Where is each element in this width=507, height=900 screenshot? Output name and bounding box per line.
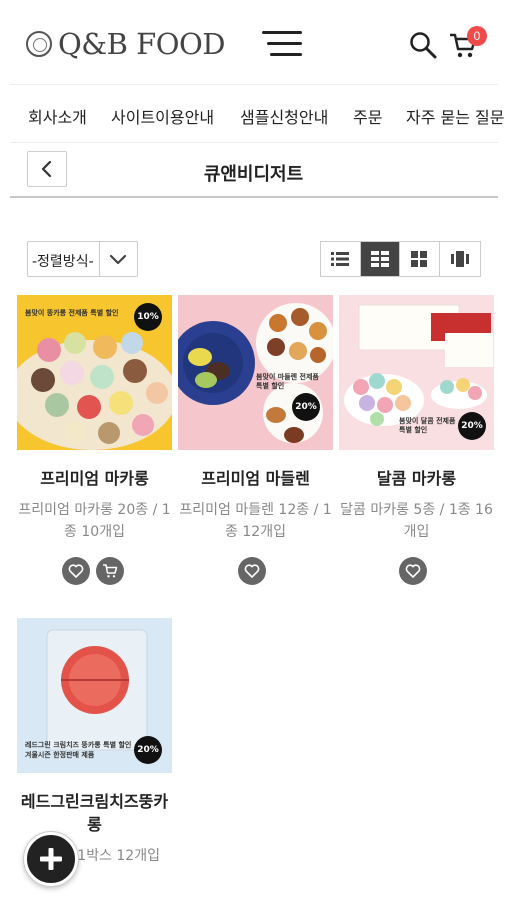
grid-2col-view-icon <box>411 251 428 267</box>
page-title: 큐앤비디저트 <box>203 164 304 185</box>
cart-count-badge: 0 <box>467 26 487 46</box>
nav-item-site-guide[interactable]: 사이트이용안내 <box>111 104 214 128</box>
list-view-button[interactable] <box>321 242 361 276</box>
discount-badge: 20% <box>134 736 162 764</box>
product-image[interactable]: 봄맞이 달콤 전제품 특별 할인 20% <box>339 295 494 450</box>
product-promo-text: 봄맞이 마들렌 전제품 특별 할인 <box>256 373 319 390</box>
wishlist-button[interactable] <box>399 557 427 585</box>
view-toggle-group <box>320 241 481 277</box>
grid-2col-view-button[interactable] <box>400 242 440 276</box>
plus-icon <box>40 848 62 870</box>
logo[interactable]: Q&B FOOD <box>26 24 226 64</box>
chevron-down-icon <box>109 254 127 265</box>
grid-3col-view-button[interactable] <box>360 242 400 276</box>
heart-icon <box>68 564 84 578</box>
discount-badge: 20% <box>458 412 486 440</box>
hamburger-menu-icon[interactable] <box>262 31 302 57</box>
product-name[interactable]: 프리미엄 마카롱 <box>17 467 172 490</box>
search-icon[interactable] <box>408 30 438 60</box>
nav-divider <box>10 142 498 143</box>
product-image[interactable]: 봄맞이 뚱카롱 전제품 특별 할인 10% <box>17 295 172 450</box>
product-name[interactable]: 프리미엄 마들렌 <box>178 467 333 490</box>
product-promo-text: 레드그린 크림치즈 뚱카롱 특별 할인 겨울시즌 한정판매 제품 <box>25 741 132 759</box>
product-description: 프리미엄 마들렌 12종 / 1종 12개입 <box>179 502 332 540</box>
header-divider <box>10 84 498 85</box>
gallery-view-button[interactable] <box>440 242 480 276</box>
product-image[interactable]: 레드그린 크림치즈 뚱카롱 특별 할인 겨울시즌 한정판매 제품 20% <box>17 618 172 773</box>
list-view-icon <box>331 252 350 266</box>
nav-item-order[interactable]: 주문 <box>353 104 382 128</box>
discount-badge: 20% <box>292 393 320 421</box>
nav-item-about[interactable]: 회사소개 <box>28 104 87 128</box>
sort-separator <box>99 242 100 276</box>
product-name[interactable]: 달콤 마카롱 <box>339 467 494 490</box>
discount-badge: 10% <box>134 303 162 331</box>
nav-item-sample-request[interactable]: 샘플신청안내 <box>240 104 328 128</box>
cart-icon <box>103 564 118 578</box>
product-promo-text: 봄맞이 뚱카롱 전제품 특별 할인 <box>25 309 119 317</box>
product-description: 프리미엄 마카롱 20종 / 1종 10개입 <box>18 502 171 540</box>
header: Q&B FOOD 0 <box>0 0 507 86</box>
wishlist-button[interactable] <box>62 557 90 585</box>
heart-icon <box>244 564 260 578</box>
logo-seal-icon <box>26 31 52 57</box>
gallery-view-icon <box>450 251 469 267</box>
product-promo-text: 봄맞이 달콤 전제품 특별 할인 <box>399 417 456 434</box>
product-name[interactable]: 레드그린크림치즈뚱카롱 <box>17 790 172 836</box>
grid-3col-view-icon <box>370 251 389 267</box>
wishlist-button[interactable] <box>238 557 266 585</box>
sort-select[interactable]: -정렬방식- <box>27 241 138 277</box>
product-image[interactable]: 봄맞이 마들렌 전제품 특별 할인 20% <box>178 295 333 450</box>
nav-item-faq[interactable]: 자주 묻는 질문 <box>406 104 505 128</box>
floating-add-button[interactable] <box>24 832 78 886</box>
sort-select-label: -정렬방식- <box>32 254 94 270</box>
title-divider <box>10 196 498 198</box>
add-to-cart-button[interactable] <box>96 557 124 585</box>
top-nav: 회사소개 사이트이용안내 샘플신청안내 주문 자주 묻는 질문 <box>0 86 507 142</box>
product-description: 달콤 마카롱 5종 / 1종 16개입 <box>340 502 493 540</box>
logo-text: Q&B FOOD <box>58 27 226 61</box>
heart-icon <box>405 564 421 578</box>
